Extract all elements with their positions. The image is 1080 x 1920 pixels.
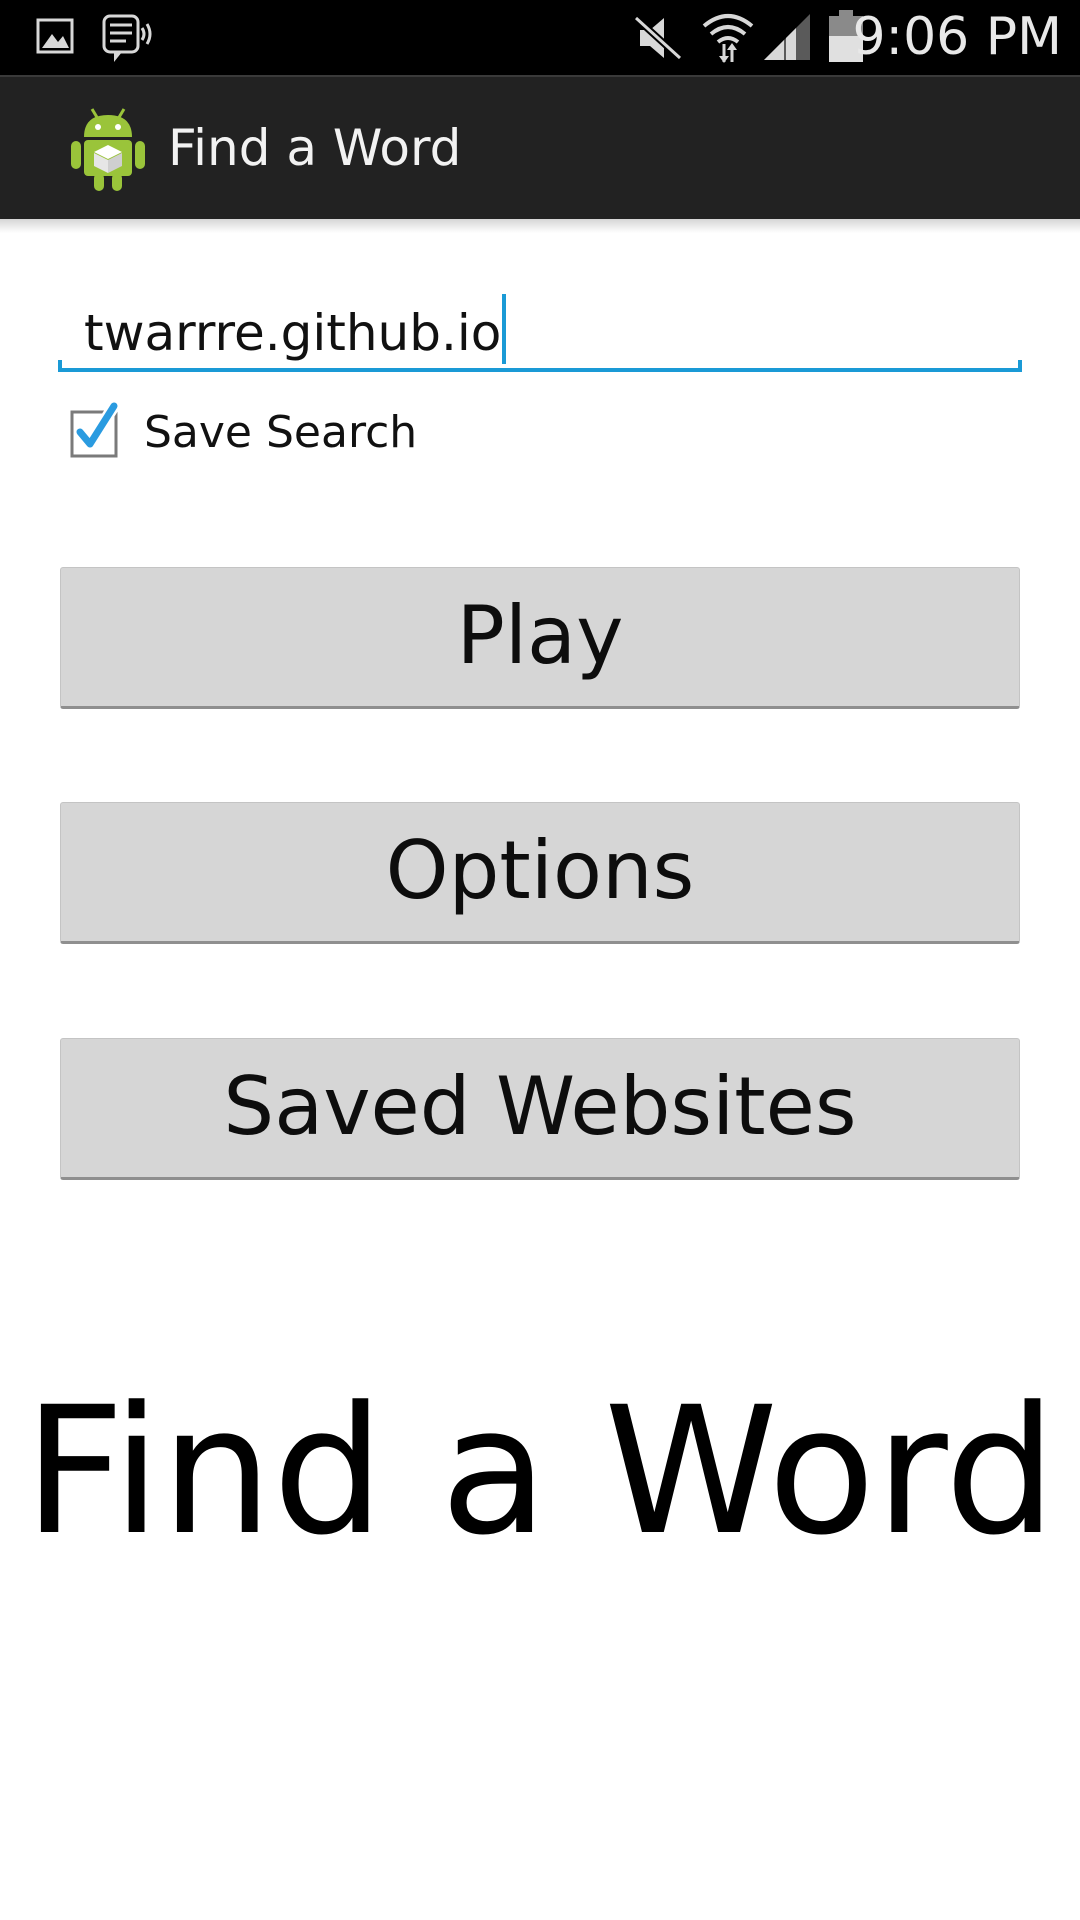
save-search-label[interactable]: Save Search [144, 402, 417, 464]
mute-icon [634, 15, 683, 61]
clock: 9:06 PM [852, 7, 1062, 67]
gallery-icon [36, 18, 74, 54]
input-underline [58, 360, 1022, 372]
action-bar: Find a Word [0, 75, 1080, 219]
website-input-value[interactable]: twarrre.github.io [84, 294, 507, 364]
signal-icon [764, 14, 810, 60]
status-bar: 9:06 PM [0, 0, 1080, 75]
website-input-text: twarrre.github.io [84, 304, 502, 362]
play-button[interactable]: Play [60, 567, 1020, 709]
wifi-icon [702, 14, 754, 63]
banner-title: Find a Word [23, 1369, 1057, 1574]
android-app-icon[interactable] [68, 105, 148, 193]
action-bar-shadow [0, 219, 1080, 233]
options-button[interactable]: Options [60, 802, 1020, 944]
website-input[interactable]: twarrre.github.io [58, 282, 1022, 372]
saved-websites-button[interactable]: Saved Websites [60, 1038, 1020, 1180]
save-search-checkbox[interactable] [70, 400, 120, 458]
voicemail-icon [102, 14, 152, 62]
text-cursor [502, 294, 507, 364]
app-title: Find a Word [168, 119, 462, 177]
